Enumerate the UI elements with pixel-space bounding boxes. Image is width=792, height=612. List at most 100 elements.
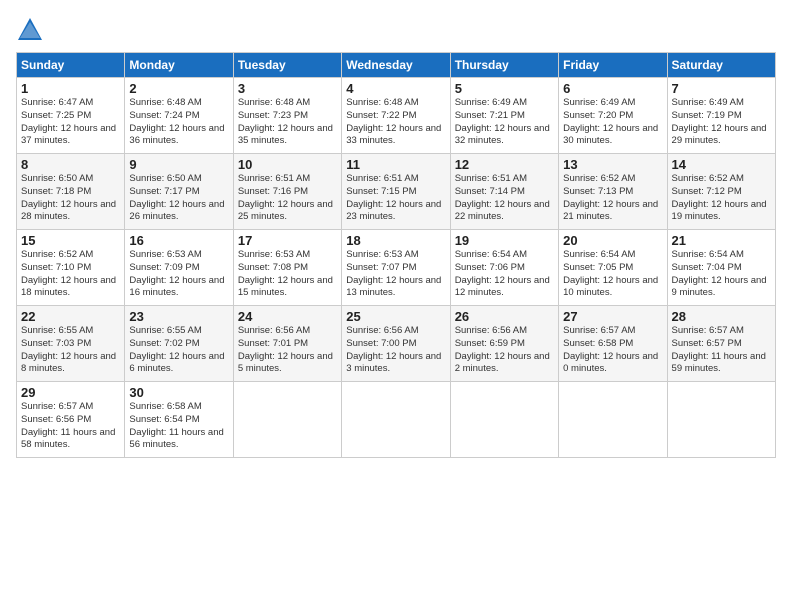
day-number: 26 xyxy=(455,309,554,324)
calendar-cell: 14 Sunrise: 6:52 AMSunset: 7:12 PMDaylig… xyxy=(667,154,775,230)
day-number: 5 xyxy=(455,81,554,96)
calendar-cell: 19 Sunrise: 6:54 AMSunset: 7:06 PMDaylig… xyxy=(450,230,558,306)
calendar-cell: 8 Sunrise: 6:50 AMSunset: 7:18 PMDayligh… xyxy=(17,154,125,230)
day-info: Sunrise: 6:50 AMSunset: 7:18 PMDaylight:… xyxy=(21,173,116,222)
day-number: 13 xyxy=(563,157,662,172)
day-number: 14 xyxy=(672,157,771,172)
calendar-row: 29 Sunrise: 6:57 AMSunset: 6:56 PMDaylig… xyxy=(17,382,776,458)
calendar-row: 1 Sunrise: 6:47 AMSunset: 7:25 PMDayligh… xyxy=(17,78,776,154)
day-number: 2 xyxy=(129,81,228,96)
col-saturday: Saturday xyxy=(667,53,775,78)
calendar-cell: 6 Sunrise: 6:49 AMSunset: 7:20 PMDayligh… xyxy=(559,78,667,154)
calendar-cell: 21 Sunrise: 6:54 AMSunset: 7:04 PMDaylig… xyxy=(667,230,775,306)
col-monday: Monday xyxy=(125,53,233,78)
calendar-cell: 27 Sunrise: 6:57 AMSunset: 6:58 PMDaylig… xyxy=(559,306,667,382)
col-tuesday: Tuesday xyxy=(233,53,341,78)
day-info: Sunrise: 6:51 AMSunset: 7:14 PMDaylight:… xyxy=(455,173,550,222)
day-number: 27 xyxy=(563,309,662,324)
day-info: Sunrise: 6:50 AMSunset: 7:17 PMDaylight:… xyxy=(129,173,224,222)
day-info: Sunrise: 6:49 AMSunset: 7:19 PMDaylight:… xyxy=(672,97,767,146)
day-info: Sunrise: 6:49 AMSunset: 7:20 PMDaylight:… xyxy=(563,97,658,146)
calendar-cell: 2 Sunrise: 6:48 AMSunset: 7:24 PMDayligh… xyxy=(125,78,233,154)
calendar-cell: 5 Sunrise: 6:49 AMSunset: 7:21 PMDayligh… xyxy=(450,78,558,154)
calendar-cell: 17 Sunrise: 6:53 AMSunset: 7:08 PMDaylig… xyxy=(233,230,341,306)
day-number: 28 xyxy=(672,309,771,324)
calendar-cell: 9 Sunrise: 6:50 AMSunset: 7:17 PMDayligh… xyxy=(125,154,233,230)
calendar-cell: 23 Sunrise: 6:55 AMSunset: 7:02 PMDaylig… xyxy=(125,306,233,382)
day-number: 3 xyxy=(238,81,337,96)
calendar-cell xyxy=(342,382,450,458)
logo xyxy=(16,16,48,44)
day-number: 12 xyxy=(455,157,554,172)
calendar-cell: 28 Sunrise: 6:57 AMSunset: 6:57 PMDaylig… xyxy=(667,306,775,382)
day-info: Sunrise: 6:49 AMSunset: 7:21 PMDaylight:… xyxy=(455,97,550,146)
calendar-row: 22 Sunrise: 6:55 AMSunset: 7:03 PMDaylig… xyxy=(17,306,776,382)
col-wednesday: Wednesday xyxy=(342,53,450,78)
calendar-cell: 29 Sunrise: 6:57 AMSunset: 6:56 PMDaylig… xyxy=(17,382,125,458)
day-number: 24 xyxy=(238,309,337,324)
day-info: Sunrise: 6:56 AMSunset: 6:59 PMDaylight:… xyxy=(455,325,550,374)
day-number: 22 xyxy=(21,309,120,324)
day-info: Sunrise: 6:56 AMSunset: 7:00 PMDaylight:… xyxy=(346,325,441,374)
day-number: 11 xyxy=(346,157,445,172)
day-info: Sunrise: 6:54 AMSunset: 7:06 PMDaylight:… xyxy=(455,249,550,298)
calendar-cell: 1 Sunrise: 6:47 AMSunset: 7:25 PMDayligh… xyxy=(17,78,125,154)
calendar-cell xyxy=(559,382,667,458)
day-number: 19 xyxy=(455,233,554,248)
day-info: Sunrise: 6:55 AMSunset: 7:02 PMDaylight:… xyxy=(129,325,224,374)
col-sunday: Sunday xyxy=(17,53,125,78)
logo-icon xyxy=(16,16,44,44)
calendar-cell: 10 Sunrise: 6:51 AMSunset: 7:16 PMDaylig… xyxy=(233,154,341,230)
day-number: 1 xyxy=(21,81,120,96)
day-number: 18 xyxy=(346,233,445,248)
day-number: 25 xyxy=(346,309,445,324)
calendar-cell xyxy=(233,382,341,458)
calendar-cell: 30 Sunrise: 6:58 AMSunset: 6:54 PMDaylig… xyxy=(125,382,233,458)
day-number: 15 xyxy=(21,233,120,248)
day-info: Sunrise: 6:57 AMSunset: 6:58 PMDaylight:… xyxy=(563,325,658,374)
day-info: Sunrise: 6:52 AMSunset: 7:12 PMDaylight:… xyxy=(672,173,767,222)
day-number: 6 xyxy=(563,81,662,96)
calendar-cell: 3 Sunrise: 6:48 AMSunset: 7:23 PMDayligh… xyxy=(233,78,341,154)
calendar-cell: 22 Sunrise: 6:55 AMSunset: 7:03 PMDaylig… xyxy=(17,306,125,382)
day-number: 4 xyxy=(346,81,445,96)
calendar-cell: 15 Sunrise: 6:52 AMSunset: 7:10 PMDaylig… xyxy=(17,230,125,306)
day-info: Sunrise: 6:54 AMSunset: 7:05 PMDaylight:… xyxy=(563,249,658,298)
day-info: Sunrise: 6:52 AMSunset: 7:10 PMDaylight:… xyxy=(21,249,116,298)
day-info: Sunrise: 6:57 AMSunset: 6:56 PMDaylight:… xyxy=(21,401,115,450)
day-number: 9 xyxy=(129,157,228,172)
day-number: 8 xyxy=(21,157,120,172)
calendar-row: 8 Sunrise: 6:50 AMSunset: 7:18 PMDayligh… xyxy=(17,154,776,230)
calendar-cell: 4 Sunrise: 6:48 AMSunset: 7:22 PMDayligh… xyxy=(342,78,450,154)
day-info: Sunrise: 6:58 AMSunset: 6:54 PMDaylight:… xyxy=(129,401,223,450)
calendar-header-row: Sunday Monday Tuesday Wednesday Thursday… xyxy=(17,53,776,78)
header xyxy=(16,16,776,44)
day-info: Sunrise: 6:51 AMSunset: 7:16 PMDaylight:… xyxy=(238,173,333,222)
calendar-row: 15 Sunrise: 6:52 AMSunset: 7:10 PMDaylig… xyxy=(17,230,776,306)
day-info: Sunrise: 6:54 AMSunset: 7:04 PMDaylight:… xyxy=(672,249,767,298)
calendar-cell: 25 Sunrise: 6:56 AMSunset: 7:00 PMDaylig… xyxy=(342,306,450,382)
day-info: Sunrise: 6:57 AMSunset: 6:57 PMDaylight:… xyxy=(672,325,766,374)
day-info: Sunrise: 6:48 AMSunset: 7:24 PMDaylight:… xyxy=(129,97,224,146)
calendar-cell xyxy=(667,382,775,458)
page-container: Sunday Monday Tuesday Wednesday Thursday… xyxy=(0,0,792,612)
day-number: 10 xyxy=(238,157,337,172)
calendar-cell: 11 Sunrise: 6:51 AMSunset: 7:15 PMDaylig… xyxy=(342,154,450,230)
day-number: 7 xyxy=(672,81,771,96)
calendar-cell: 13 Sunrise: 6:52 AMSunset: 7:13 PMDaylig… xyxy=(559,154,667,230)
calendar-cell: 12 Sunrise: 6:51 AMSunset: 7:14 PMDaylig… xyxy=(450,154,558,230)
day-number: 29 xyxy=(21,385,120,400)
calendar-cell: 16 Sunrise: 6:53 AMSunset: 7:09 PMDaylig… xyxy=(125,230,233,306)
day-info: Sunrise: 6:55 AMSunset: 7:03 PMDaylight:… xyxy=(21,325,116,374)
day-info: Sunrise: 6:53 AMSunset: 7:07 PMDaylight:… xyxy=(346,249,441,298)
col-thursday: Thursday xyxy=(450,53,558,78)
day-number: 23 xyxy=(129,309,228,324)
day-info: Sunrise: 6:56 AMSunset: 7:01 PMDaylight:… xyxy=(238,325,333,374)
calendar-cell: 20 Sunrise: 6:54 AMSunset: 7:05 PMDaylig… xyxy=(559,230,667,306)
day-info: Sunrise: 6:48 AMSunset: 7:23 PMDaylight:… xyxy=(238,97,333,146)
calendar-cell: 18 Sunrise: 6:53 AMSunset: 7:07 PMDaylig… xyxy=(342,230,450,306)
day-info: Sunrise: 6:52 AMSunset: 7:13 PMDaylight:… xyxy=(563,173,658,222)
day-number: 21 xyxy=(672,233,771,248)
day-info: Sunrise: 6:53 AMSunset: 7:09 PMDaylight:… xyxy=(129,249,224,298)
calendar-cell xyxy=(450,382,558,458)
